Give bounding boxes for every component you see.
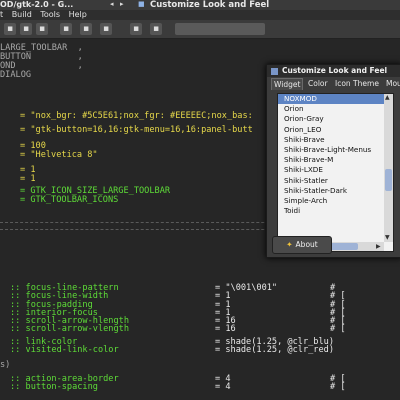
toolbar-button[interactable]: ▪ — [150, 23, 162, 35]
prop-value: = 4 — [215, 382, 231, 392]
prop-name: :: button-spacing — [10, 382, 98, 392]
forward-icon[interactable]: ▸ — [120, 1, 127, 8]
prop-value: = 16 — [215, 324, 236, 334]
toolbar-button[interactable]: ▪ — [100, 23, 112, 35]
app-icon: ■ — [138, 0, 145, 8]
dialog-tabs: Widget Color Icon Theme Mou — [271, 78, 400, 90]
toolbar-button[interactable]: ▪ — [36, 23, 48, 35]
theme-item[interactable]: Shiki-Brave — [278, 135, 384, 145]
theme-item[interactable]: Shiki-Statler-Dark — [278, 186, 384, 196]
theme-item[interactable]: Orion-Gray — [278, 114, 384, 124]
code-line: = "Helvetica 8" — [20, 150, 98, 160]
theme-item[interactable]: Simple-Arch — [278, 196, 384, 206]
vertical-scroll-thumb[interactable] — [385, 169, 392, 191]
tab-mouse[interactable]: Mou — [384, 78, 400, 89]
theme-list-items: NOXMOD Orion Orion-Gray Orion_LEO Shiki-… — [278, 94, 384, 242]
theme-item-selected[interactable]: NOXMOD — [278, 94, 384, 105]
prop-comment: # [ — [330, 324, 346, 334]
toolbar-button[interactable]: ▪ — [80, 23, 92, 35]
scroll-up-icon[interactable]: ▲ — [385, 94, 390, 101]
theme-item[interactable]: Toidi — [278, 206, 384, 216]
vertical-scrollbar[interactable]: ▲ ▼ — [384, 94, 393, 242]
theme-item[interactable]: Shiki-Brave-Light-Menus — [278, 145, 384, 155]
scroll-right-icon[interactable]: ▶ — [376, 243, 381, 250]
theme-list: NOXMOD Orion Orion-Gray Orion_LEO Shiki-… — [277, 93, 394, 252]
toolbar-button[interactable]: ▪ — [4, 23, 16, 35]
editor-menu-bar: t Build Tools Help — [0, 10, 400, 20]
toolbar-button[interactable]: ▪ — [20, 23, 32, 35]
theme-item[interactable]: Orion — [278, 104, 384, 114]
theme-item[interactable]: Orion_LEO — [278, 125, 384, 135]
theme-item[interactable]: Shiki-Statler — [278, 176, 384, 186]
tab-widget[interactable]: Widget — [271, 78, 304, 90]
editor-toolbar: ▪ ▪ ▪ ▪ ▪ ▪ ▪ ▪ — [0, 20, 400, 39]
dialog-title-bar[interactable]: Customize Look and Feel — [267, 65, 400, 77]
code-line: = GTK_TOOLBAR_ICONS — [20, 195, 119, 205]
editor-title-bar: OD/gtk-2.0 - G... ◂ ▸ ■ Customize Look a… — [0, 0, 400, 10]
code-line: DIALOG — [0, 70, 32, 80]
about-button[interactable]: ✦ About — [272, 236, 332, 254]
prop-comment: # [ — [330, 382, 346, 392]
customize-look-dialog: Customize Look and Feel Widget Color Ico… — [266, 64, 400, 258]
dialog-window-title: Customize Look and Feel — [150, 0, 270, 10]
toolbar-button[interactable]: ▪ — [60, 23, 72, 35]
prop-name: :: visited-link-color — [10, 345, 119, 355]
menu-item-build[interactable]: Build — [12, 10, 32, 19]
menu-item[interactable]: t — [0, 10, 3, 19]
about-label: About — [295, 240, 318, 249]
menu-item-help[interactable]: Help — [69, 10, 87, 19]
tab-color[interactable]: Color — [306, 78, 330, 89]
toolbar-button[interactable]: ▪ — [130, 23, 142, 35]
scroll-down-icon[interactable]: ▼ — [385, 234, 390, 241]
code-line: = 1 — [20, 174, 36, 184]
code-line: s) — [0, 360, 11, 370]
code-line: = "nox_bgr: #5C5E61;nox_fgr: #EEEEEC;nox… — [20, 111, 253, 121]
theme-item[interactable]: Shiki-LXDE — [278, 165, 384, 175]
prop-name: :: scroll-arrow-vlength — [10, 324, 129, 334]
theme-item[interactable]: Shiki-Brave-M — [278, 155, 384, 165]
prop-value: = shade(1.25, @clr_red) — [215, 345, 334, 355]
dialog-app-icon — [271, 67, 278, 75]
toolbar-search-field[interactable] — [175, 23, 265, 35]
dialog-title: Customize Look and Feel — [282, 66, 388, 75]
menu-item-tools[interactable]: Tools — [40, 10, 60, 19]
code-line: = "gtk-button=16,16:gtk-menu=16,16:panel… — [20, 125, 253, 135]
editor-window-title: OD/gtk-2.0 - G... — [0, 0, 74, 9]
tab-icon-theme[interactable]: Icon Theme — [333, 78, 381, 89]
about-star-icon: ✦ — [286, 240, 293, 249]
back-icon[interactable]: ◂ — [110, 1, 117, 8]
